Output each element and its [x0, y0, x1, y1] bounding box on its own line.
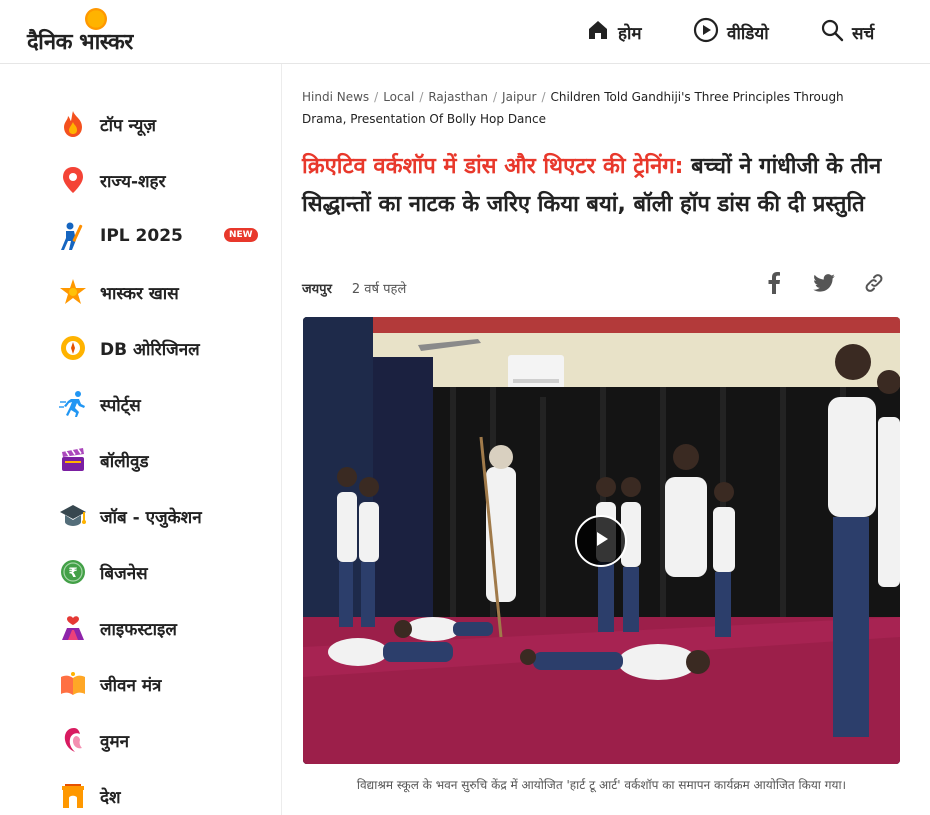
- rupee-coin-icon: ₹: [58, 557, 88, 587]
- sidebar-item-top-news[interactable]: टॉप न्यूज़: [58, 107, 268, 141]
- sidebar-item-label: DB ओरिजिनल: [100, 339, 200, 360]
- facebook-share-button[interactable]: [761, 272, 787, 298]
- sidebar-item-state-city[interactable]: राज्य-शहर: [58, 163, 268, 197]
- woman-icon: [58, 725, 88, 755]
- article-time: 2 वर्ष पहले: [351, 282, 407, 297]
- twitter-share-button[interactable]: [811, 272, 837, 298]
- breadcrumb-separator: /: [493, 90, 498, 104]
- breadcrumb-separator: /: [541, 90, 546, 104]
- nav-search[interactable]: सर्च: [820, 18, 874, 46]
- sidebar-item-label: लाइफस्टाइल: [100, 619, 177, 640]
- sidebar-item-ipl[interactable]: IPL 2025 NEW: [58, 219, 268, 253]
- home-icon: [586, 18, 610, 46]
- sidebar-item-bollywood[interactable]: बॉलीवुड: [58, 443, 268, 477]
- flame-icon: [58, 109, 88, 139]
- sidebar-item-lifestyle[interactable]: लाइफस्टाइल: [58, 611, 268, 645]
- book-icon: [58, 669, 88, 699]
- clapperboard-icon: [58, 445, 88, 475]
- sidebar-item-label: जॉब - एजुकेशन: [100, 507, 202, 528]
- copy-link-button[interactable]: [861, 272, 887, 298]
- article-main: Hindi News / Local / Rajasthan / Jaipur / Childr…: [283, 64, 920, 815]
- sidebar-item-sports[interactable]: स्पोर्ट्स: [58, 387, 268, 421]
- sidebar-item-woman[interactable]: वुमन: [58, 723, 268, 757]
- article-meta: जयपुर 2 वर्ष पहले: [302, 279, 406, 297]
- breadcrumb-link[interactable]: Rajasthan: [428, 90, 488, 104]
- graduation-cap-icon: [58, 501, 88, 531]
- sidebar-item-label: भास्कर खास: [100, 283, 179, 304]
- nav-search-label: सर्च: [852, 23, 875, 44]
- video-caption: विद्याश्रम स्कूल के भवन सुरुचि केंद्र मे…: [356, 778, 847, 792]
- link-icon: [863, 272, 885, 298]
- sidebar-item-label: राज्य-शहर: [100, 171, 166, 192]
- sidebar-item-label: बिजनेस: [100, 563, 148, 584]
- breadcrumb: Hindi News / Local / Rajasthan / Jaipur / Childr…: [302, 86, 872, 130]
- nav-video-label: वीडियो: [727, 23, 769, 44]
- sidebar-item-label: वुमन: [100, 731, 130, 752]
- sidebar-item-job-education[interactable]: जॉब - एजुकेशन: [58, 499, 268, 533]
- video-player[interactable]: [303, 317, 900, 764]
- running-icon: [58, 389, 88, 419]
- sidebar-item-bhaskar-khas[interactable]: भास्कर खास: [58, 275, 268, 309]
- play-circle-icon: [693, 17, 719, 47]
- video-play-button[interactable]: [575, 515, 627, 567]
- nav-video[interactable]: वीडियो: [693, 17, 769, 47]
- article-headline: क्रिएटिव वर्कशॉप में डांस और थिएटर की ट्…: [302, 148, 887, 224]
- india-gate-icon: [58, 781, 88, 811]
- star-burst-icon: [58, 277, 88, 307]
- search-icon: [820, 18, 844, 46]
- svg-text:₹: ₹: [68, 566, 77, 581]
- cricket-batsman-icon: [58, 221, 88, 251]
- location-pin-icon: [58, 165, 88, 195]
- breadcrumb-separator: /: [419, 90, 424, 104]
- sidebar-item-label: जीवन मंत्र: [100, 675, 162, 696]
- twitter-icon: [813, 274, 835, 296]
- sidebar-item-business[interactable]: ₹ बिजनेस: [58, 555, 268, 589]
- sidebar-item-label: IPL 2025: [100, 226, 183, 246]
- headline-highlight: क्रिएटिव वर्कशॉप में डांस और थिएटर की ट्…: [302, 154, 684, 179]
- nav-home-label: होम: [618, 23, 642, 44]
- sidebar-item-label: बॉलीवुड: [100, 451, 149, 472]
- facebook-icon: [767, 272, 781, 298]
- site-logo[interactable]: दैनिक भास्कर: [27, 6, 172, 58]
- sidebar-item-label: टॉप न्यूज़: [100, 115, 157, 136]
- nav-home[interactable]: होम: [586, 18, 642, 46]
- breadcrumb-separator: /: [374, 90, 379, 104]
- play-icon: [590, 528, 612, 554]
- sidebar: टॉप न्यूज़ राज्य-शहर IPL 2025 NEW भास्कर…: [0, 64, 282, 815]
- sidebar-item-label: स्पोर्ट्स: [100, 395, 141, 416]
- sidebar-item-jeevan-mantra[interactable]: जीवन मंत्र: [58, 667, 268, 701]
- sidebar-item-db-original[interactable]: DB ओरिजिनल: [58, 331, 268, 365]
- new-badge: NEW: [224, 228, 258, 242]
- article-location: जयपुर: [302, 282, 332, 297]
- breadcrumb-link[interactable]: Hindi News: [302, 90, 369, 104]
- sidebar-item-label: देश: [100, 787, 121, 808]
- site-header: दैनिक भास्कर होम वीडियो सर्च: [0, 0, 930, 64]
- sidebar-item-country[interactable]: देश: [58, 779, 268, 813]
- breadcrumb-link[interactable]: Local: [383, 90, 414, 104]
- breadcrumb-link[interactable]: Jaipur: [502, 90, 536, 104]
- lifestyle-icon: [58, 613, 88, 643]
- db-original-icon: [58, 333, 88, 363]
- logo-text: दैनिक भास्कर: [27, 29, 133, 55]
